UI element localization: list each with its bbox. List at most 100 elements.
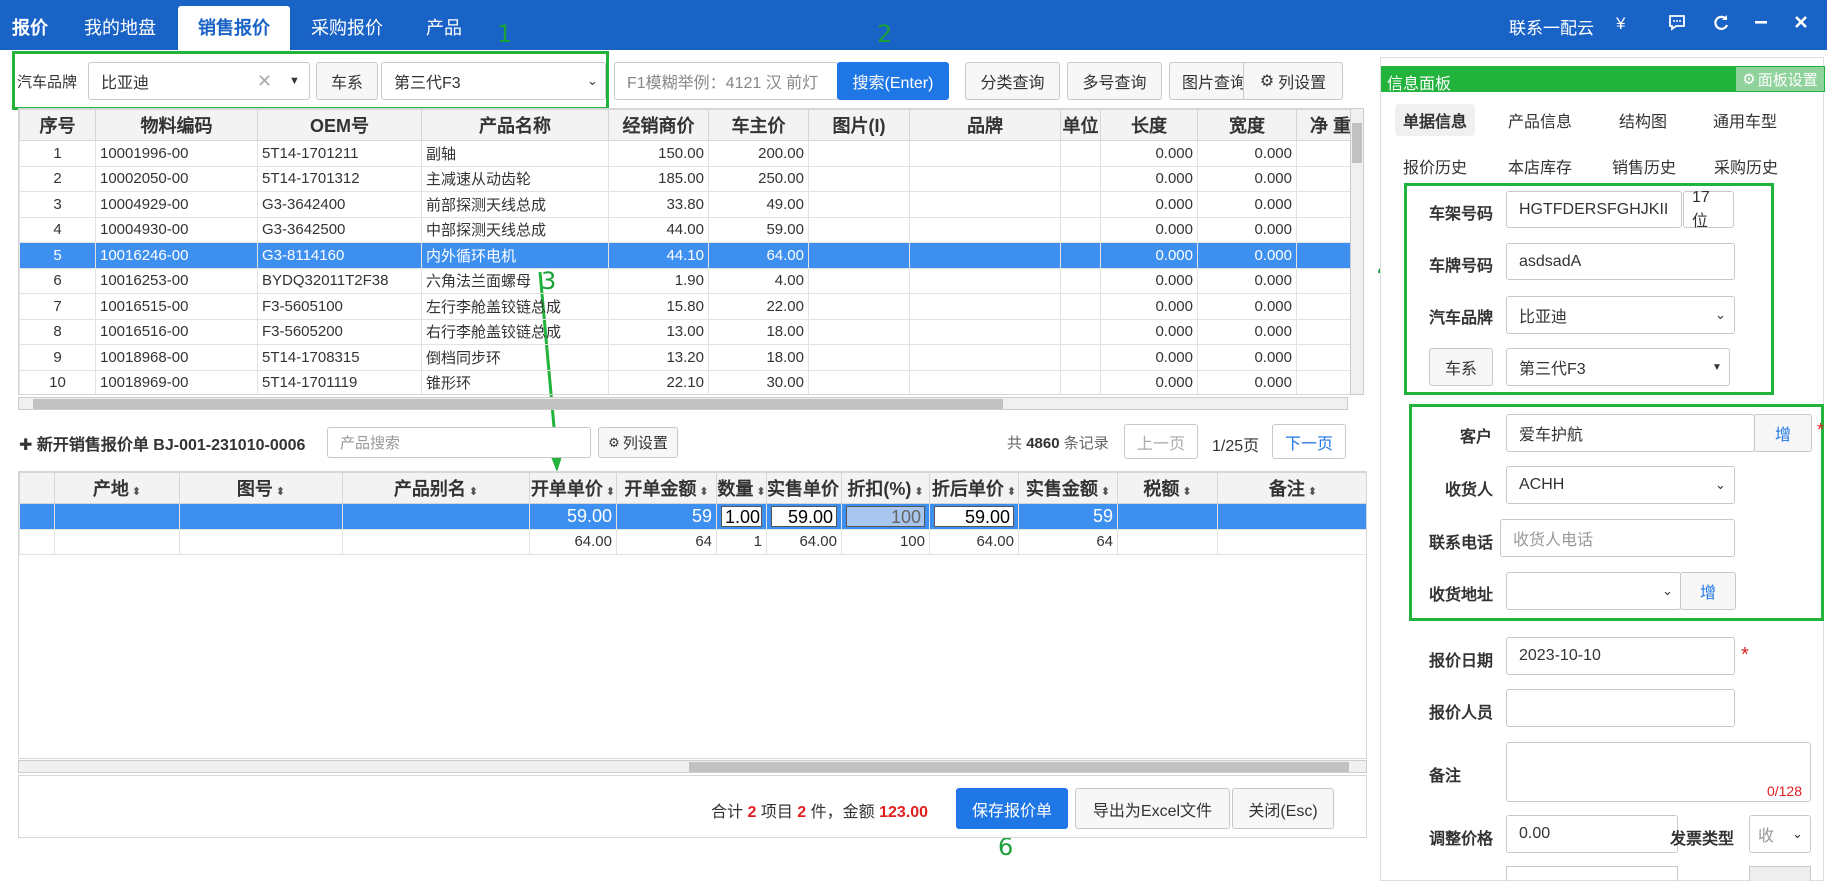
product-col-header[interactable]: 宽度 [1197,109,1297,141]
panel-brand-select[interactable]: 比亚迪 ⌄ [1506,296,1735,334]
quote-date-input[interactable]: 2023-10-10 [1506,637,1735,675]
refresh-icon[interactable] [1712,14,1730,37]
product-col-header[interactable]: 物料编码 [95,109,258,141]
plate-input[interactable]: asdsadA [1506,243,1735,280]
editable-cell[interactable]: 59.00 [929,503,1019,530]
tab-structure-diagram[interactable]: 结构图 [1619,108,1667,132]
table-row[interactable]: 8 10016516-00 F3-5605200 右行李舱盖铰链总成 13.00 18.0… [19,318,1350,345]
product-search-input[interactable]: 产品搜索 [327,427,591,458]
product-col-header[interactable]: 单位 [1060,109,1101,141]
category-search-button[interactable]: 分类查询 [965,62,1060,100]
table-row[interactable]: 5 10016246-00 G3-8114160 内外循环电机 44.10 64.00 0.… [19,242,1350,269]
adjust-price-input[interactable]: 0.00 [1506,815,1678,853]
sort-icon[interactable]: ⬍ [469,486,478,498]
sort-icon[interactable]: ⬍ [132,486,141,498]
product-table-hscroll[interactable] [18,397,1348,410]
quote-col-header[interactable]: 实售金额 ⬍ [1018,472,1118,504]
editable-cell[interactable]: 1.00 [716,503,767,530]
table-row[interactable]: 2 10002050-00 5T14-1701312 主减速从动齿轮 185.00 250… [19,165,1350,192]
export-excel-button[interactable]: 导出为Excel文件 [1075,788,1230,829]
product-col-header[interactable]: 净 重 [1296,109,1350,141]
sort-icon[interactable]: ⬍ [1182,486,1191,498]
minimize-icon[interactable] [1753,14,1769,35]
table-row[interactable]: 10 10018969-00 5T14-1701119 锥形环 22.10 30.00 0.… [19,369,1350,394]
tab-document-info[interactable]: 单据信息 [1395,104,1476,136]
table-row[interactable]: 64.00 64 1 64.00 100 64.00 64 [19,528,1366,555]
tab-store-inventory[interactable]: 本店库存 [1508,154,1572,178]
sort-icon[interactable]: ⬍ [276,486,285,498]
quote-col-header[interactable]: 图号 ⬍ [179,472,343,504]
quote-col-header[interactable]: 开单单价 ⬍ [529,472,617,504]
column-settings-button[interactable]: ⚙ 列设置 [1243,62,1343,100]
tab-sales-quote[interactable]: 销售报价 [178,6,290,50]
yen-icon[interactable]: ¥ [1616,14,1625,34]
prev-page-button[interactable]: 上一页 [1124,424,1198,459]
sort-icon[interactable]: ⬍ [1007,486,1016,498]
quote-col-header[interactable]: 备注 ⬍ [1217,472,1366,504]
series-select[interactable]: 第三代F3 ⌄ [381,62,606,100]
quote-col-header[interactable]: 实售单价⬍ [766,472,842,504]
customer-input[interactable]: 爱车护航 [1506,414,1755,452]
panel-series-button[interactable]: 车系 [1429,348,1493,386]
next-page-button[interactable]: 下一页 [1272,424,1346,459]
message-icon[interactable] [1668,14,1686,37]
invoice-type-select[interactable]: 收 ⌄ [1749,815,1811,853]
receiver-select[interactable]: ACHH ⌄ [1506,466,1735,504]
sort-icon[interactable]: ⬍ [699,486,708,498]
contact-link[interactable]: 联系一配云 [1509,14,1594,39]
product-col-header[interactable]: 车主价 [708,109,809,141]
table-row[interactable]: 3 10004929-00 G3-3642400 前部探测天线总成 33.80 49.00… [19,191,1350,218]
close-icon[interactable] [1793,14,1809,35]
quote-col-header[interactable]: 数量 ⬍ [716,472,767,504]
panel-series-select[interactable]: 第三代F3 ▼ [1506,348,1730,386]
quote-col-header[interactable]: 折后单价 ⬍ [929,472,1019,504]
table-row[interactable]: 4 10004930-00 G3-3642500 中部探测天线总成 44.00 59.00… [19,216,1350,243]
editable-cell[interactable]: 59.00 [766,503,842,530]
staff-input[interactable] [1506,689,1735,727]
sort-icon[interactable]: ⬍ [756,486,765,498]
tab-purchase-quote[interactable]: 采购报价 [311,14,383,40]
product-col-header[interactable]: 经销商价 [608,109,709,141]
product-col-header[interactable]: 品牌 [909,109,1061,141]
add-customer-button[interactable]: 增 [1754,414,1812,452]
search-input[interactable]: F1模糊举例：4121 汉 前灯 [614,62,838,100]
product-col-header[interactable]: OEM号 [257,109,422,141]
sort-icon[interactable]: ⬍ [1101,486,1110,498]
tab-sales-history[interactable]: 销售历史 [1612,154,1676,178]
quote-col-header[interactable]: 产地 ⬍ [54,472,180,504]
close-button[interactable]: 关闭(Esc) [1232,788,1334,829]
multi-number-search-button[interactable]: 多号查询 [1067,62,1162,100]
phone-input[interactable]: 收货人电话 [1500,519,1735,557]
table-row[interactable]: 6 10016253-00 BYDQ32011T2F38 六角法兰面螺母 1.90 4.0… [19,267,1350,294]
note-textarea[interactable]: 0/128 [1506,742,1811,802]
search-button[interactable]: 搜索(Enter) [837,62,949,100]
quote-col-header[interactable]: 产品别名 ⬍ [342,472,530,504]
sort-icon[interactable]: ⬍ [1308,486,1317,498]
quote-table-hscroll[interactable] [18,760,1367,773]
tab-products[interactable]: 产品 [426,14,462,40]
quote-column-settings-button[interactable]: ⚙ 列设置 [598,427,678,458]
tab-purchase-history[interactable]: 采购历史 [1714,154,1778,178]
brand-select[interactable]: 比亚迪 ✕ ▼ [88,62,310,100]
add-address-button[interactable]: 增 [1680,572,1736,610]
editable-cell[interactable]: 100 [841,503,930,530]
product-col-header[interactable]: 长度 [1100,109,1198,141]
quote-col-header[interactable]: 开单金额 ⬍ [616,472,717,504]
table-row[interactable]: 9 10018968-00 5T14-1708315 倒档同步环 13.20 18.00 0… [19,344,1350,371]
panel-settings-button[interactable]: ⚙ 面板设置 [1736,67,1824,91]
next-field-button[interactable] [1749,866,1811,881]
vin-input[interactable]: HGTFDERSFGHJKII [1506,191,1682,228]
quote-col-header[interactable]: 税额 ⬍ [1117,472,1218,504]
product-table-vscroll[interactable] [1350,108,1364,395]
product-col-header[interactable]: 序号 [19,109,96,141]
clear-icon[interactable]: ✕ [257,71,272,92]
quote-col-header[interactable]: 折扣(%) ⬍ [841,472,930,504]
series-button[interactable]: 车系 [316,62,378,100]
tab-quote-history[interactable]: 报价历史 [1403,154,1467,178]
sort-icon[interactable]: ⬍ [914,486,923,498]
sort-icon[interactable]: ⬍ [606,486,615,498]
tab-common-models[interactable]: 通用车型 [1713,108,1777,132]
save-quote-button[interactable]: 保存报价单 [956,788,1068,829]
next-field-input[interactable] [1506,866,1678,881]
table-row[interactable]: 1 10001996-00 5T14-1701211 副轴 150.00 200.00 0.… [19,140,1350,167]
